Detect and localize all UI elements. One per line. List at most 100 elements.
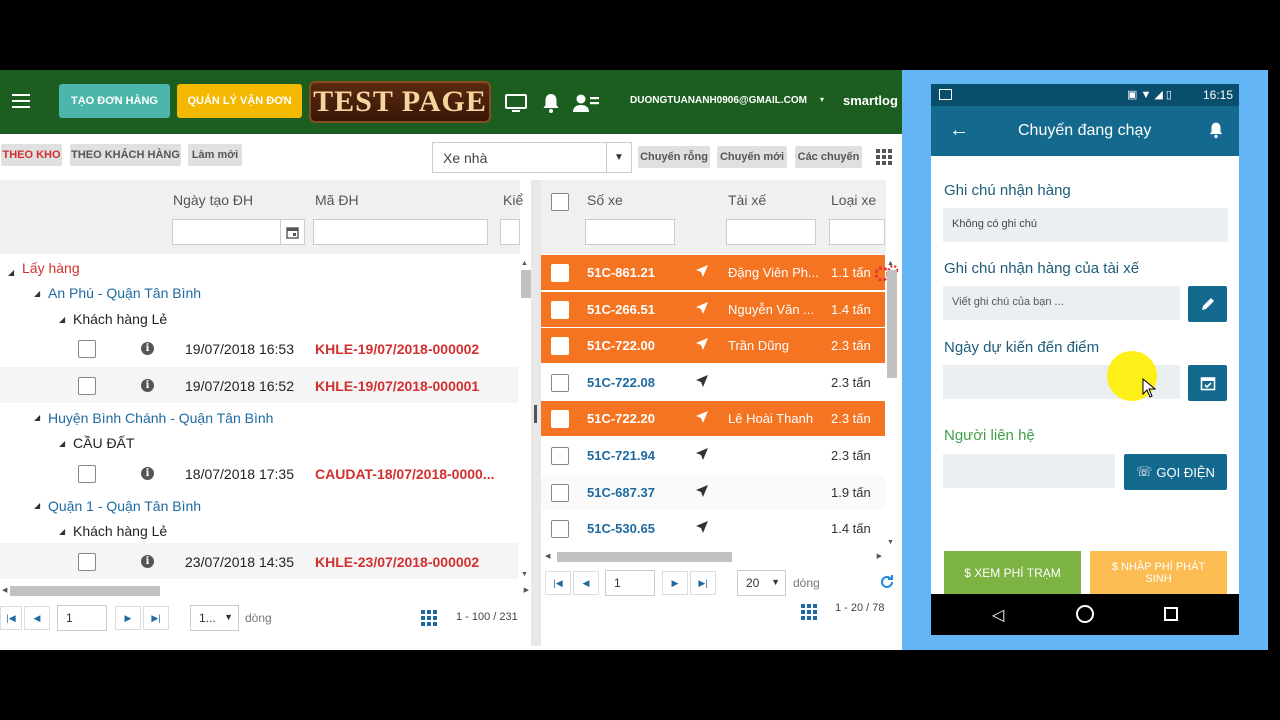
collapse-triangle[interactable]: ◢ xyxy=(34,289,40,298)
date-filter-input[interactable] xyxy=(172,219,305,245)
row-checkbox[interactable] xyxy=(551,483,569,502)
table-row[interactable]: 51C-722.00 Trần Dũng 2.3 tấn xyxy=(541,328,885,364)
navigation-arrow-icon[interactable] xyxy=(695,301,709,320)
table-row[interactable]: 51C-861.21 Đặng Viên Ph... 1.1 tấn xyxy=(541,255,885,290)
row-checkbox[interactable] xyxy=(78,553,96,571)
vehicle-select[interactable]: Xe nhà ▼ xyxy=(432,142,632,173)
col-order-code[interactable]: Mã ĐH xyxy=(315,192,359,208)
chevron-down-icon[interactable]: ▾ xyxy=(820,95,824,104)
call-button[interactable]: ☏ GỌI ĐIỆN xyxy=(1124,454,1227,490)
contact-input[interactable] xyxy=(943,454,1115,488)
first-page-button[interactable]: |◀ xyxy=(0,606,22,630)
create-order-button[interactable]: TẠO ĐƠN HÀNG xyxy=(59,84,170,118)
nav-recents-icon[interactable] xyxy=(1164,607,1178,621)
navigation-arrow-icon[interactable] xyxy=(695,374,709,393)
refresh-icon[interactable] xyxy=(879,574,895,595)
plate-number[interactable]: 51C-861.21 xyxy=(587,265,655,280)
info-icon[interactable]: i xyxy=(141,379,154,392)
row-checkbox[interactable] xyxy=(551,337,569,356)
prev-page-button[interactable]: ◀ xyxy=(573,571,599,595)
enter-extra-fee-button[interactable]: $ NHẬP PHÍ PHÁT SINH xyxy=(1090,551,1227,594)
edit-button[interactable] xyxy=(1188,286,1227,322)
chevron-down-icon[interactable]: ▼ xyxy=(606,143,631,172)
navigation-arrow-icon[interactable] xyxy=(695,520,709,539)
table-row[interactable]: i 18/07/2018 17:35 CAUDAT-18/07/2018-000… xyxy=(0,455,518,491)
info-icon[interactable]: i xyxy=(141,467,154,480)
orders-horizontal-scrollbar[interactable]: ◀ ▶ xyxy=(0,584,531,598)
plate-number[interactable]: 51C-722.00 xyxy=(587,338,655,353)
chip-empty-trip[interactable]: Chuyến rỗng xyxy=(638,146,710,168)
table-row[interactable]: 51C-722.08 2.3 tấn xyxy=(541,364,885,400)
group-customer[interactable]: CẦU ĐẤT xyxy=(73,435,134,451)
order-code[interactable]: KHLE-23/07/2018-000002 xyxy=(315,554,479,570)
table-row[interactable]: 51C-721.94 2.3 tấn xyxy=(541,438,885,473)
menu-icon[interactable] xyxy=(12,94,30,108)
table-row[interactable]: i 19/07/2018 16:52 KHLE-19/07/2018-00000… xyxy=(0,367,518,403)
row-checkbox[interactable] xyxy=(551,447,569,465)
col-driver[interactable]: Tài xế xyxy=(728,192,766,208)
table-row[interactable]: 51C-722.20 Lê Hoài Thanh 2.3 tấn xyxy=(541,401,885,437)
col-created-date[interactable]: Ngày tạo ĐH xyxy=(173,192,253,208)
table-row[interactable]: i 19/07/2018 16:53 KHLE-19/07/2018-00000… xyxy=(0,330,518,366)
select-all-checkbox[interactable] xyxy=(551,193,569,211)
plate-number[interactable]: 51C-722.20 xyxy=(587,411,655,426)
chip-by-warehouse[interactable]: THEO KHO xyxy=(1,144,62,166)
orders-vertical-scrollbar[interactable]: ▲ ▼ xyxy=(521,260,531,578)
next-page-button[interactable]: ▶ xyxy=(115,606,141,630)
chip-new-trip[interactable]: Chuyến mới xyxy=(717,146,787,168)
first-page-button[interactable]: |◀ xyxy=(545,571,571,595)
table-row[interactable]: 51C-266.51 Nguyễn Văn ... 1.4 tấn xyxy=(541,291,885,327)
page-input[interactable]: 1 xyxy=(605,570,655,596)
row-checkbox[interactable] xyxy=(78,340,96,358)
type-filter-input[interactable] xyxy=(829,219,885,245)
monitor-icon[interactable] xyxy=(505,92,527,114)
row-checkbox[interactable] xyxy=(551,410,569,429)
row-checkbox[interactable] xyxy=(551,264,569,282)
view-station-fee-button[interactable]: $ XEM PHÍ TRẠM xyxy=(944,551,1081,594)
prev-page-button[interactable]: ◀ xyxy=(24,606,50,630)
row-checkbox[interactable] xyxy=(551,300,569,319)
collapse-triangle[interactable]: ◢ xyxy=(59,315,65,324)
col-plate[interactable]: Số xe xyxy=(587,192,623,208)
page-size-select[interactable]: 1... ▼ xyxy=(190,605,239,631)
info-icon[interactable]: i xyxy=(141,555,154,568)
navigation-arrow-icon[interactable] xyxy=(695,410,709,429)
manage-waybill-button[interactable]: QUẢN LÝ VẬN ĐƠN xyxy=(177,84,302,118)
col-more[interactable]: Kiể xyxy=(503,192,523,208)
grid-view-icon[interactable] xyxy=(801,604,817,620)
more-filter-input[interactable] xyxy=(500,219,520,245)
info-icon[interactable]: i xyxy=(141,342,154,355)
chip-trips[interactable]: Các chuyến xyxy=(795,146,862,168)
group-route[interactable]: Quận 1 - Quận Tân Bình xyxy=(48,498,201,514)
plate-number[interactable]: 51C-722.08 xyxy=(587,375,655,390)
calendar-button[interactable] xyxy=(1188,365,1227,401)
row-checkbox[interactable] xyxy=(78,465,96,483)
col-vehicle-type[interactable]: Loại xe xyxy=(831,192,876,208)
next-page-button[interactable]: ▶ xyxy=(662,571,688,595)
calendar-icon[interactable] xyxy=(280,220,304,244)
plate-number[interactable]: 51C-530.65 xyxy=(587,521,655,536)
page-size-select[interactable]: 20 ▼ xyxy=(737,570,786,596)
navigation-arrow-icon[interactable] xyxy=(695,447,709,466)
plate-number[interactable]: 51C-721.94 xyxy=(587,448,655,463)
code-filter-input[interactable] xyxy=(313,219,488,245)
collapse-triangle[interactable]: ◢ xyxy=(59,527,65,536)
user-email[interactable]: DUONGTUANANH0906@GMAIL.COM xyxy=(630,95,807,106)
order-code[interactable]: KHLE-19/07/2018-000002 xyxy=(315,341,479,357)
order-code[interactable]: CAUDAT-18/07/2018-0000... xyxy=(315,466,495,482)
collapse-triangle[interactable]: ◢ xyxy=(8,262,14,280)
driver-note-input[interactable]: Viết ghi chú của bạn ... xyxy=(943,286,1180,320)
row-checkbox[interactable] xyxy=(78,377,96,395)
plate-filter-input[interactable] xyxy=(585,219,675,245)
row-checkbox[interactable] xyxy=(551,373,569,392)
collapse-triangle[interactable]: ◢ xyxy=(34,413,40,422)
navigation-arrow-icon[interactable] xyxy=(695,337,709,356)
last-page-button[interactable]: ▶| xyxy=(690,571,716,595)
grid-menu-icon[interactable] xyxy=(876,149,892,165)
group-pickup[interactable]: Lấy hàng xyxy=(22,260,80,276)
plate-number[interactable]: 51C-687.37 xyxy=(587,485,655,500)
grid-view-icon[interactable] xyxy=(421,610,437,626)
group-customer[interactable]: Khách hàng Lẻ xyxy=(73,311,167,327)
chip-by-customer[interactable]: THEO KHÁCH HÀNG xyxy=(70,144,181,166)
plate-number[interactable]: 51C-266.51 xyxy=(587,302,655,317)
